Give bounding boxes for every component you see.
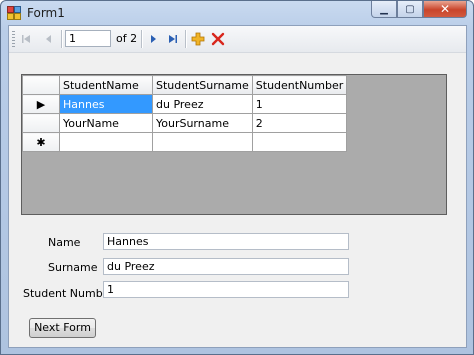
form-client-area: 1 of 2 StudentName StudentSurname Studen… xyxy=(8,25,467,348)
move-first-icon xyxy=(22,35,30,43)
close-icon: ✕ xyxy=(439,2,451,16)
count-label: of 2 xyxy=(116,32,138,45)
column-header-student-number[interactable]: StudentNumber xyxy=(251,75,348,95)
move-previous-button[interactable] xyxy=(41,31,57,47)
table-row[interactable]: YourName YourSurname 2 xyxy=(22,113,348,133)
maximize-icon: ▢ xyxy=(405,3,415,15)
current-row-indicator-icon[interactable]: ▶ xyxy=(22,94,60,114)
add-new-icon xyxy=(191,32,205,46)
move-previous-icon xyxy=(46,35,51,43)
close-button[interactable]: ✕ xyxy=(423,1,467,18)
grid-cell[interactable] xyxy=(251,132,348,152)
column-header-student-surname[interactable]: StudentSurname xyxy=(152,75,253,95)
add-new-button[interactable] xyxy=(190,31,206,47)
window-title: Form1 xyxy=(27,6,65,20)
grid-cell[interactable] xyxy=(152,132,253,152)
grid-cell[interactable]: YourName xyxy=(59,113,153,133)
new-row[interactable]: ✱ xyxy=(22,132,348,152)
row-header[interactable] xyxy=(22,113,60,133)
next-form-button[interactable]: Next Form xyxy=(29,318,96,338)
binding-navigator: 1 of 2 xyxy=(9,26,466,53)
grid-cell[interactable]: 2 xyxy=(251,113,348,133)
move-first-button[interactable] xyxy=(18,31,34,47)
grid-cell[interactable]: du Preez xyxy=(152,94,253,114)
name-label: Name xyxy=(48,236,81,249)
toolbar-grip-icon[interactable] xyxy=(12,31,15,47)
position-textbox[interactable]: 1 xyxy=(65,30,111,47)
move-next-button[interactable] xyxy=(145,31,161,47)
name-field[interactable]: Hannes xyxy=(103,233,349,250)
delete-icon xyxy=(211,32,225,46)
grid-header-row: StudentName StudentSurname StudentNumber xyxy=(22,75,348,95)
minimize-button[interactable]: ▁ xyxy=(371,1,397,18)
grid-cell[interactable]: YourSurname xyxy=(152,113,253,133)
toolbar-separator xyxy=(61,30,62,48)
minimize-icon: ▁ xyxy=(380,3,388,15)
form1-window: Form1 ▁ ▢ ✕ 1 of 2 StudentName StudentSu… xyxy=(0,0,474,355)
app-icon xyxy=(7,6,21,20)
student-number-field[interactable]: 1 xyxy=(103,281,349,298)
grid-cell[interactable]: Hannes xyxy=(59,94,153,114)
column-header-student-name[interactable]: StudentName xyxy=(59,75,153,95)
student-datagrid[interactable]: StudentName StudentSurname StudentNumber… xyxy=(21,74,447,215)
delete-button[interactable] xyxy=(210,31,226,47)
surname-field[interactable]: du Preez xyxy=(103,258,349,275)
new-row-indicator-icon[interactable]: ✱ xyxy=(22,132,60,152)
toolbar-separator xyxy=(185,30,186,48)
surname-label: Surname xyxy=(48,261,98,274)
grid-cell[interactable]: 1 xyxy=(251,94,348,114)
title-bar[interactable]: Form1 ▁ ▢ ✕ xyxy=(1,1,473,25)
move-last-icon xyxy=(169,35,177,43)
table-row[interactable]: ▶ Hannes du Preez 1 xyxy=(22,94,348,114)
grid-corner-header[interactable] xyxy=(22,75,60,95)
move-last-button[interactable] xyxy=(165,31,181,47)
maximize-button[interactable]: ▢ xyxy=(397,1,423,18)
grid-cell[interactable] xyxy=(59,132,153,152)
student-number-label: Student Number xyxy=(23,287,114,300)
move-next-icon xyxy=(151,35,156,43)
toolbar-separator xyxy=(141,30,142,48)
